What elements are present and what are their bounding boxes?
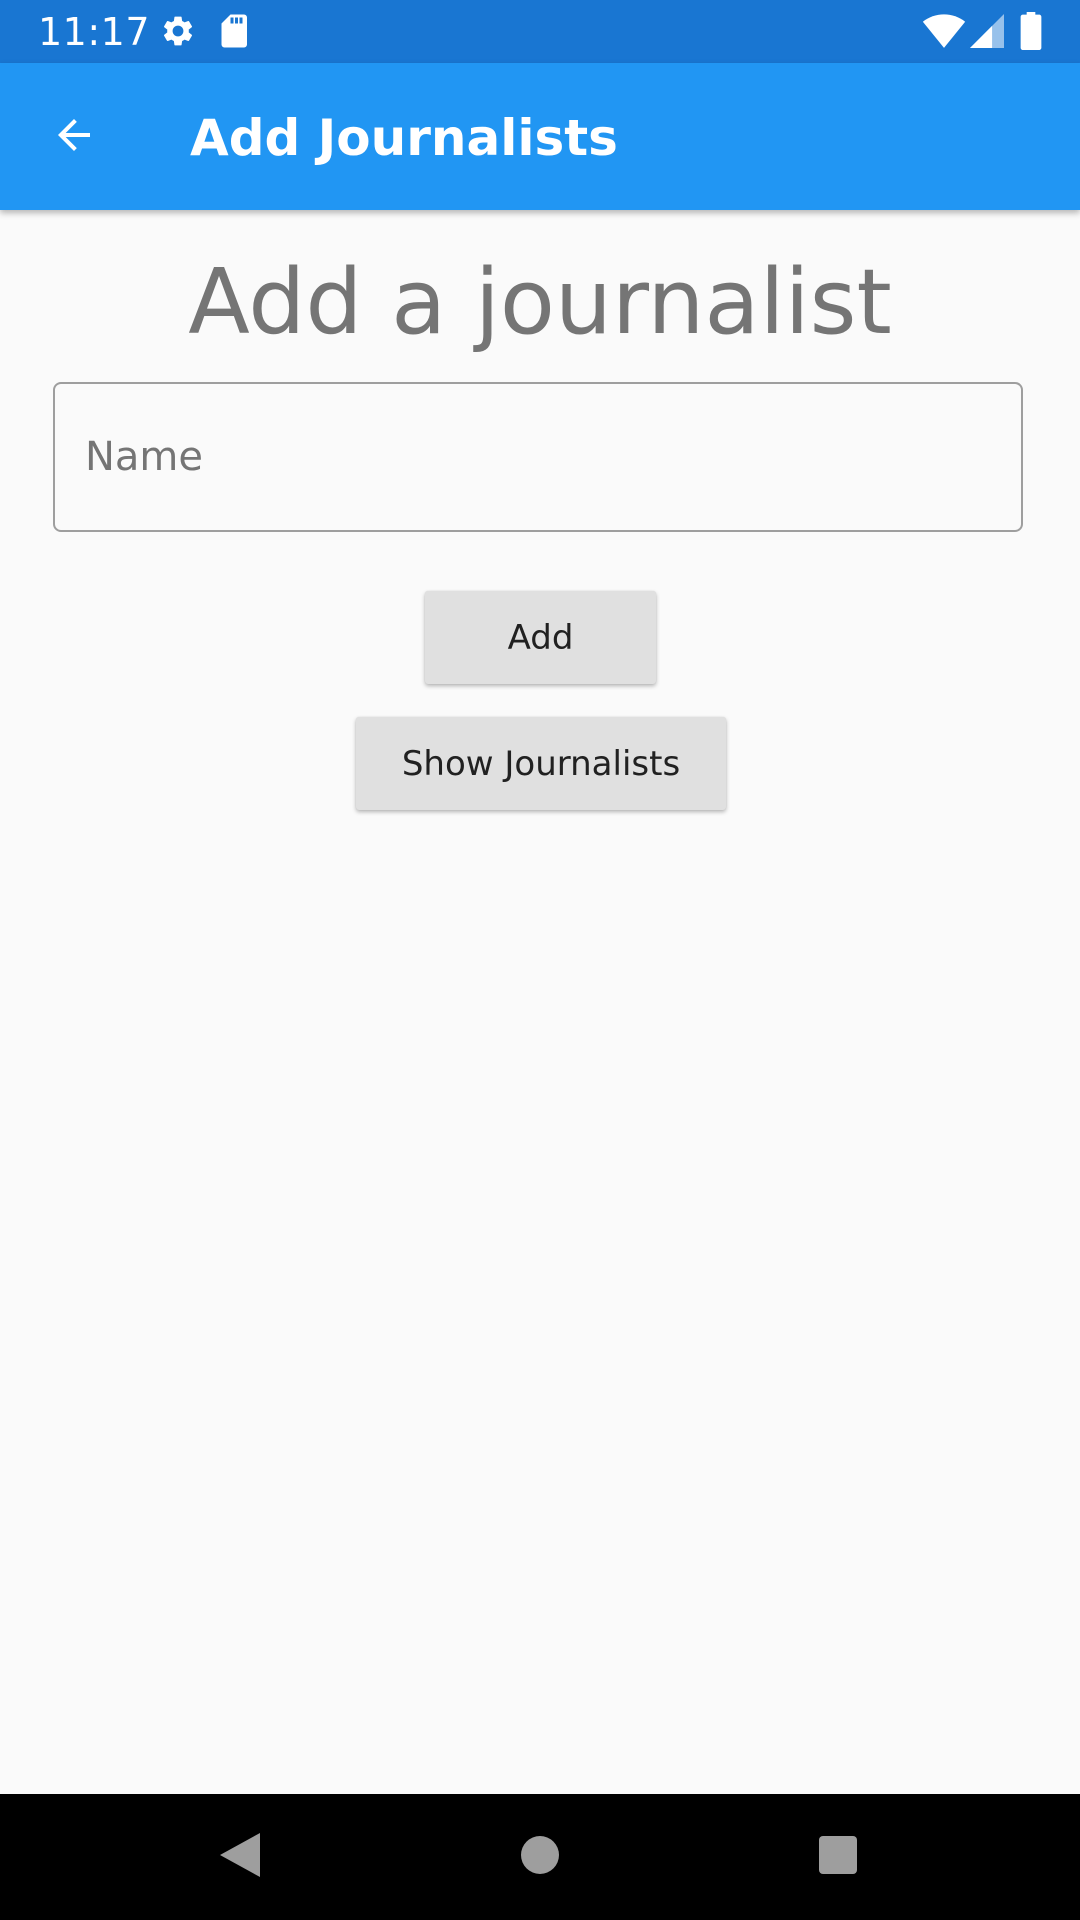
nav-back-icon <box>218 1831 262 1884</box>
navigation-bar <box>0 1794 1080 1920</box>
nav-home-button[interactable] <box>495 1814 585 1900</box>
nav-recents-icon <box>818 1835 858 1880</box>
battery-icon <box>1020 12 1042 55</box>
app-bar: Add Journalists <box>0 63 1080 210</box>
page-heading: Add a journalist <box>188 250 892 355</box>
back-button[interactable] <box>30 102 118 172</box>
sd-card-icon <box>220 12 250 55</box>
cell-signal-icon <box>970 14 1004 53</box>
show-journalists-button[interactable]: Show Journalists <box>356 717 726 810</box>
status-bar: 11:17 <box>0 0 1080 63</box>
gear-icon <box>160 12 196 55</box>
name-input[interactable] <box>53 382 1023 532</box>
app-bar-title: Add Journalists <box>190 109 618 167</box>
status-time: 11:17 <box>38 10 151 54</box>
add-button[interactable]: Add <box>425 591 656 684</box>
wifi-icon <box>922 14 966 53</box>
nav-home-icon <box>520 1835 560 1880</box>
nav-back-button[interactable] <box>195 1814 285 1900</box>
nav-recents-button[interactable] <box>793 1814 883 1900</box>
arrow-back-icon <box>50 111 98 164</box>
